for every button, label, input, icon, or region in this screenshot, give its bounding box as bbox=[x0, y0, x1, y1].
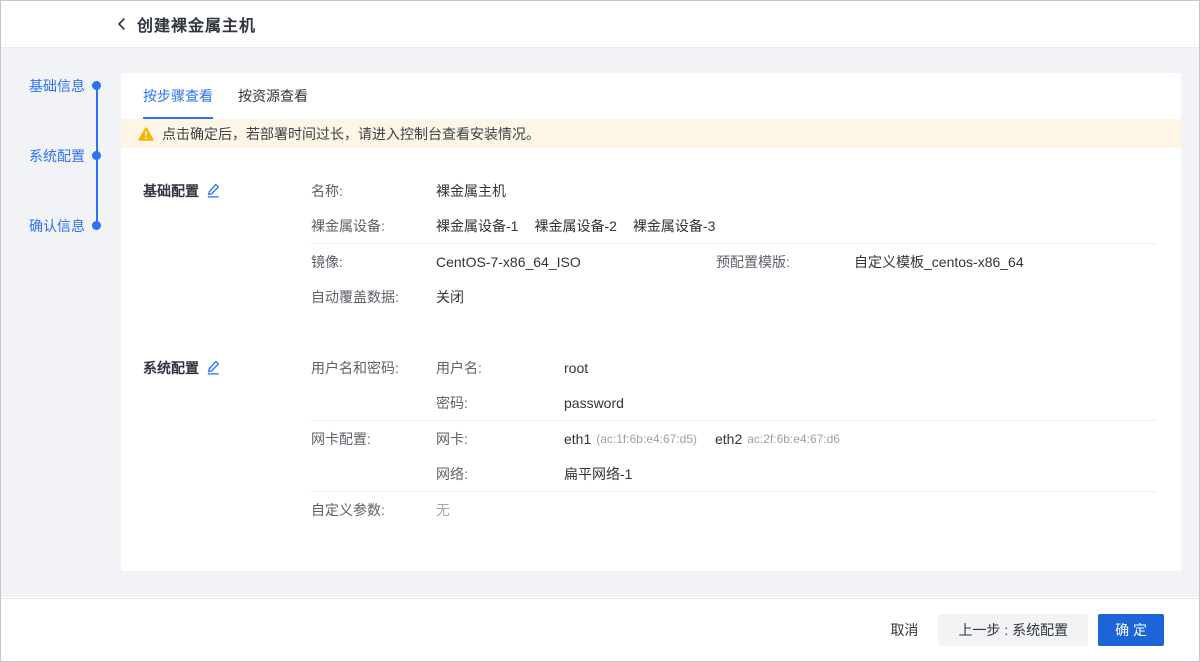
view-tabbar: 按步骤查看 按资源查看 bbox=[121, 73, 1181, 119]
section-system-title: 系统配置 bbox=[121, 358, 311, 378]
network-value: 扁平网络-1 bbox=[564, 464, 632, 484]
previous-step-button[interactable]: 上一步 : 系统配置 bbox=[938, 614, 1088, 646]
custom-params-value: 无 bbox=[436, 500, 450, 520]
device-item: 裸金属设备-2 bbox=[534, 216, 616, 236]
device-item: 裸金属设备-1 bbox=[436, 216, 518, 236]
nic2-mac: ac:2f:6b:e4:67:d6 bbox=[747, 432, 840, 446]
template-value: 自定义模板_centos-x86_64 bbox=[854, 252, 1024, 272]
warning-banner: 点击确定后，若部署时间过长，请进入控制台查看安装情况。 bbox=[121, 119, 1181, 148]
step-basic-info[interactable]: 基础信息 bbox=[1, 76, 85, 96]
overwrite-value: 关闭 bbox=[436, 287, 464, 307]
row-password: 密码: password bbox=[121, 385, 1181, 420]
edit-basic-icon[interactable] bbox=[206, 183, 220, 198]
step-system-config-dot bbox=[92, 151, 101, 160]
warning-icon bbox=[138, 127, 154, 141]
overwrite-label: 自动覆盖数据: bbox=[311, 287, 436, 307]
summary-content: 基础配置 名称: 裸金属主机 裸金属设备: 裸金属设备-1 bbox=[121, 148, 1181, 527]
page-title: 创建裸金属主机 bbox=[137, 12, 256, 36]
nic2-name: eth2 bbox=[715, 431, 742, 447]
row-custom-params: 自定义参数: 无 bbox=[121, 492, 1181, 527]
step-confirm-info-dot bbox=[92, 221, 101, 230]
credentials-label: 用户名和密码: bbox=[311, 358, 436, 378]
header: 创建裸金属主机 bbox=[1, 1, 1199, 48]
name-value: 裸金属主机 bbox=[436, 181, 506, 201]
row-image: 镜像: CentOS-7-x86_64_ISO 预配置模版: 自定义模板_cen… bbox=[121, 244, 1181, 279]
section-basic-title-text: 基础配置 bbox=[143, 181, 199, 201]
step-confirm-info[interactable]: 确认信息 bbox=[1, 216, 85, 236]
edit-system-icon[interactable] bbox=[206, 360, 220, 375]
step-basic-info-dot bbox=[92, 81, 101, 90]
nic1-name: eth1 bbox=[564, 431, 591, 447]
custom-params-label: 自定义参数: bbox=[311, 500, 436, 520]
tab-by-resource[interactable]: 按资源查看 bbox=[238, 73, 308, 119]
row-network: 网络: 扁平网络-1 bbox=[121, 456, 1181, 491]
section-system-config: 系统配置 用户名和密码: 用户名: root 密码: pass bbox=[121, 350, 1181, 527]
name-label: 名称: bbox=[311, 181, 436, 201]
password-value: password bbox=[564, 395, 624, 411]
back-icon[interactable] bbox=[113, 15, 131, 33]
confirm-button[interactable]: 确 定 bbox=[1098, 614, 1164, 646]
tab-by-step[interactable]: 按步骤查看 bbox=[143, 73, 213, 119]
row-nic: 网卡配置: 网卡: eth1 (ac:1f:6b:e4:67:d5) eth2 … bbox=[121, 421, 1181, 456]
nic1-mac: (ac:1f:6b:e4:67:d5) bbox=[596, 432, 697, 446]
warning-text: 点击确定后，若部署时间过长，请进入控制台查看安装情况。 bbox=[162, 124, 540, 144]
row-devices: 裸金属设备: 裸金属设备-1 裸金属设备-2 裸金属设备-3 bbox=[121, 208, 1181, 243]
page-body: 基础信息 系统配置 确认信息 按步骤查看 按资源查看 点击确定后，若部署时间过长… bbox=[1, 48, 1199, 597]
device-item: 裸金属设备-3 bbox=[633, 216, 715, 236]
row-name: 基础配置 名称: 裸金属主机 bbox=[121, 173, 1181, 208]
step-system-config[interactable]: 系统配置 bbox=[1, 146, 85, 166]
template-label: 预配置模版: bbox=[716, 252, 854, 272]
username-label: 用户名: bbox=[436, 358, 564, 378]
nic-label: 网卡配置: bbox=[311, 429, 436, 449]
section-basic-title: 基础配置 bbox=[121, 181, 311, 201]
footer-actions: 取消 上一步 : 系统配置 确 定 bbox=[1, 598, 1199, 661]
create-baremetal-host-window: 创建裸金属主机 基础信息 系统配置 确认信息 按步骤查看 按资源查看 点击确定后… bbox=[0, 0, 1200, 662]
password-label: 密码: bbox=[436, 393, 564, 413]
network-label: 网络: bbox=[436, 464, 564, 484]
username-value: root bbox=[564, 360, 588, 376]
devices-label: 裸金属设备: bbox=[311, 216, 436, 236]
row-overwrite: 自动覆盖数据: 关闭 bbox=[121, 279, 1181, 314]
row-username: 系统配置 用户名和密码: 用户名: root bbox=[121, 350, 1181, 385]
section-basic-config: 基础配置 名称: 裸金属主机 裸金属设备: 裸金属设备-1 bbox=[121, 173, 1181, 314]
image-value: CentOS-7-x86_64_ISO bbox=[436, 254, 716, 270]
confirm-card: 按步骤查看 按资源查看 点击确定后，若部署时间过长，请进入控制台查看安装情况。 … bbox=[121, 73, 1181, 571]
nic-sub-label: 网卡: bbox=[436, 429, 564, 449]
image-label: 镜像: bbox=[311, 252, 436, 272]
section-system-title-text: 系统配置 bbox=[143, 358, 199, 378]
cancel-button[interactable]: 取消 bbox=[884, 620, 924, 640]
